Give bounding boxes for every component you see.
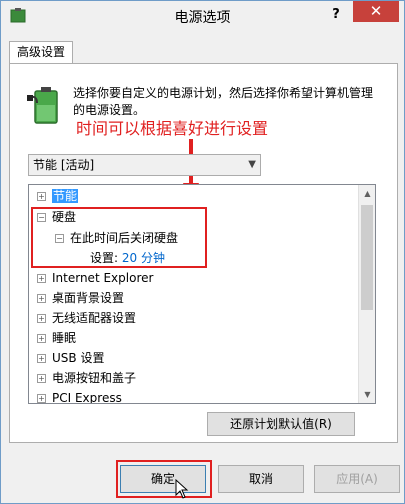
annotation-text: 时间可以根据喜好进行设置	[76, 119, 269, 138]
help-button[interactable]: ?	[326, 7, 346, 25]
tree-item-usb[interactable]: + USB 设置	[37, 350, 104, 366]
restore-defaults-button[interactable]: 还原计划默认值(R)	[207, 412, 355, 436]
scroll-thumb[interactable]	[361, 205, 373, 310]
tree-item-label: Internet Explorer	[52, 271, 154, 285]
expand-icon[interactable]: +	[37, 274, 46, 283]
cancel-button[interactable]: 取消	[218, 465, 304, 493]
description-text: 选择你要自定义的电源计划，然后选择你希望计算机管理的电源设置。	[73, 86, 374, 117]
tab-advanced-settings[interactable]: 高级设置	[9, 41, 73, 64]
tree-item-sleep[interactable]: + 睡眠	[37, 330, 76, 346]
expand-icon[interactable]: +	[37, 394, 46, 403]
vertical-scrollbar[interactable]: ▲ ▼	[358, 185, 375, 403]
title-bar[interactable]: 电源选项 ? ✕	[1, 1, 404, 31]
power-plan-select-value: 节能 [活动]	[33, 158, 95, 172]
tree-item-label: 睡眠	[52, 331, 77, 345]
tree-item-power-saver[interactable]: + 节能	[37, 188, 79, 204]
battery-plug-icon	[27, 87, 58, 124]
tree-item-pci-express[interactable]: + PCI Express	[37, 390, 122, 404]
expand-icon[interactable]: +	[37, 314, 46, 323]
tree-item-label: 节能	[52, 189, 79, 203]
expand-icon[interactable]: +	[37, 294, 46, 303]
scroll-down-icon[interactable]: ▼	[359, 386, 375, 403]
annotation-highlight-box	[31, 207, 207, 268]
expand-icon[interactable]: +	[37, 374, 46, 383]
ok-highlight-box	[116, 460, 212, 498]
tree-item-label: 电源按钮和盖子	[52, 371, 137, 385]
expand-icon[interactable]: +	[37, 354, 46, 363]
tree-item-label: USB 设置	[52, 351, 105, 365]
power-plan-select[interactable]: 节能 [活动] ▼	[28, 154, 261, 176]
tree-item-power-buttons[interactable]: + 电源按钮和盖子	[37, 370, 136, 386]
scroll-up-icon[interactable]: ▲	[359, 185, 375, 202]
tree-item-label: 无线适配器设置	[52, 311, 137, 325]
tree-item-label: PCI Express	[52, 391, 122, 404]
tree-item-label: 桌面背景设置	[52, 291, 125, 305]
tree-item-wireless-adapter[interactable]: + 无线适配器设置	[37, 310, 136, 326]
close-button[interactable]: ✕	[353, 1, 399, 22]
expand-icon[interactable]: +	[37, 192, 46, 201]
chevron-down-icon: ▼	[248, 159, 256, 170]
expand-icon[interactable]: +	[37, 334, 46, 343]
tree-item-internet-explorer[interactable]: + Internet Explorer	[37, 270, 153, 286]
mouse-pointer-icon	[175, 479, 189, 499]
apply-button[interactable]: 应用(A)	[314, 465, 400, 493]
tree-item-desktop-background[interactable]: + 桌面背景设置	[37, 290, 124, 306]
power-options-dialog: 电源选项 ? ✕ 高级设置 选择你要自定义的电源计划，然后选择你希望计算机管理的…	[0, 0, 405, 504]
